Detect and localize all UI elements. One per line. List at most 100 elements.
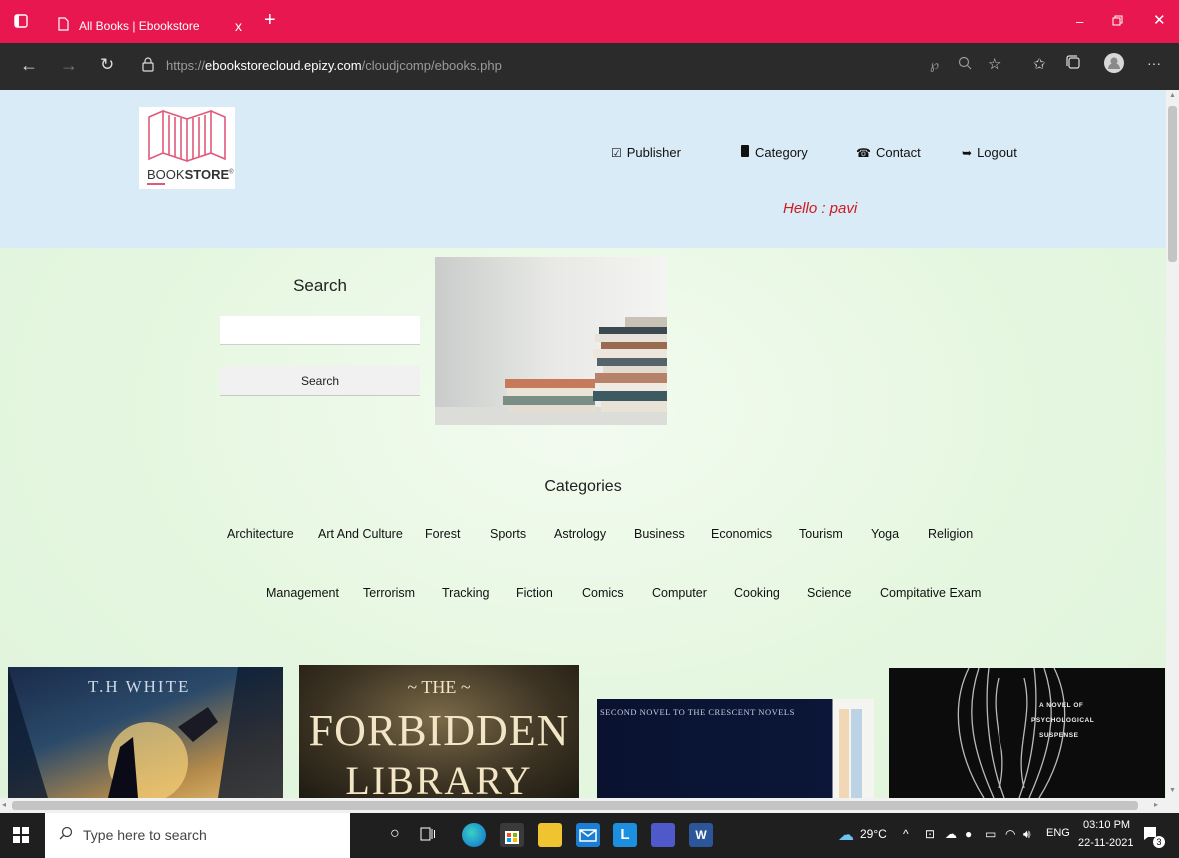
tray-chevron-icon[interactable]: ^	[903, 827, 909, 841]
category-link-religion[interactable]: Religion	[928, 527, 973, 541]
book-logo-icon	[148, 109, 226, 163]
book-cover-2[interactable]: ~ THE ~ FORBIDDEN LIBRARY	[299, 665, 579, 798]
more-options-icon[interactable]: ···	[1147, 55, 1161, 71]
favorite-star-icon[interactable]: ☆	[988, 55, 1001, 73]
category-link-sports[interactable]: Sports	[490, 527, 526, 541]
books-stack-image	[435, 257, 667, 425]
restore-button[interactable]	[1112, 13, 1123, 31]
category-link-fiction[interactable]: Fiction	[516, 586, 553, 600]
temperature[interactable]: 29°C	[860, 827, 887, 841]
book-2-title-line2: LIBRARY	[345, 758, 533, 798]
language-indicator[interactable]: ENG	[1046, 827, 1070, 839]
category-link-compitative-exam[interactable]: Compitative Exam	[880, 586, 981, 600]
book-cover-1[interactable]: T.H WHITE	[8, 667, 283, 798]
url-field[interactable]: https://ebookstorecloud.epizy.com/cloudj…	[166, 58, 502, 73]
site-header: BOOKSTORE® ☑ Publisher Category ☎ Contac…	[0, 90, 1166, 248]
nav-category[interactable]: Category	[740, 145, 808, 160]
tab-actions-icon[interactable]	[14, 14, 28, 31]
back-icon[interactable]: ←	[20, 55, 38, 76]
mail-icon[interactable]	[576, 823, 600, 847]
nav-logout[interactable]: ➥ Logout	[962, 145, 1017, 160]
onedrive-icon[interactable]: ⊡	[925, 827, 935, 841]
phone-icon: ☎	[856, 145, 871, 160]
category-link-architecture[interactable]: Architecture	[227, 527, 294, 541]
url-domain: ebookstorecloud.epizy.com	[205, 58, 362, 73]
address-bar: ← → ↻ https://ebookstorecloud.epizy.com/…	[0, 43, 1179, 90]
edge-icon[interactable]	[462, 823, 486, 847]
book-cover-4[interactable]: A NOVEL OF PSYCHOLOGICAL SUSPENSE	[889, 668, 1165, 798]
weather-icon[interactable]: ☁	[838, 825, 854, 845]
book-cover-3[interactable]: SECOND NOVEL TO THE CRESCENT NOVELS	[597, 699, 874, 798]
category-link-science[interactable]: Science	[807, 586, 851, 600]
horizontal-scrollbar[interactable]: ◂ ▸	[0, 798, 1179, 813]
category-link-astrology[interactable]: Astrology	[554, 527, 606, 541]
lock-icon[interactable]	[142, 57, 154, 75]
new-tab-button[interactable]: +	[264, 9, 276, 32]
search-icon	[59, 826, 73, 843]
word-icon[interactable]: W	[689, 823, 713, 847]
url-prefix: https://	[166, 58, 206, 73]
category-link-computer[interactable]: Computer	[652, 586, 707, 600]
check-square-icon: ☑	[611, 145, 622, 160]
nav-publisher[interactable]: ☑ Publisher	[611, 145, 681, 160]
battery-icon[interactable]: ▭	[985, 827, 996, 841]
category-link-forest[interactable]: Forest	[425, 527, 460, 541]
wifi-icon[interactable]: ◠	[1005, 827, 1015, 841]
book-2-title-line1: FORBIDDEN	[308, 706, 570, 755]
category-link-art-and-culture[interactable]: Art And Culture	[318, 527, 403, 541]
browser-tab-bar: All Books | Ebookstore x + – ✕	[0, 0, 1179, 43]
book-3-spine-1	[839, 709, 849, 798]
browser-tab[interactable]: All Books | Ebookstore x	[46, 8, 250, 43]
scroll-down-icon[interactable]: ▼	[1169, 787, 1176, 794]
cortana-icon[interactable]: ○	[390, 825, 400, 843]
zoom-icon[interactable]	[958, 56, 972, 73]
file-explorer-icon[interactable]	[538, 823, 562, 847]
category-link-terrorism[interactable]: Terrorism	[363, 586, 415, 600]
book-3-tagline: SECOND NOVEL TO THE CRESCENT NOVELS	[600, 707, 795, 717]
tab-title: All Books | Ebookstore	[79, 18, 200, 33]
logo-underline	[147, 183, 165, 185]
tab-close-button[interactable]: x	[235, 18, 242, 34]
profile-avatar-icon[interactable]	[1104, 53, 1124, 76]
teams-icon[interactable]	[651, 823, 675, 847]
forward-icon[interactable]: →	[60, 55, 78, 76]
category-link-cooking[interactable]: Cooking	[734, 586, 780, 600]
scroll-left-icon[interactable]: ◂	[2, 800, 6, 809]
collections-icon[interactable]	[1066, 55, 1081, 73]
l-app-icon[interactable]: L	[613, 823, 637, 847]
nav-contact[interactable]: ☎ Contact	[856, 145, 921, 160]
store-icon[interactable]	[500, 823, 524, 847]
clock-date[interactable]: 22-11-2021	[1078, 837, 1133, 849]
windows-taskbar: Type here to search ○ L W ☁ 29°C ^ ⊡ ☁ ●…	[0, 813, 1179, 858]
category-link-comics[interactable]: Comics	[582, 586, 624, 600]
category-link-tourism[interactable]: Tourism	[799, 527, 843, 541]
taskbar-search-placeholder: Type here to search	[83, 827, 207, 843]
close-window-button[interactable]: ✕	[1153, 11, 1166, 29]
task-view-icon[interactable]	[420, 826, 436, 847]
minimize-button[interactable]: –	[1076, 14, 1083, 29]
category-link-yoga[interactable]: Yoga	[871, 527, 899, 541]
category-link-management[interactable]: Management	[266, 586, 339, 600]
scroll-up-icon[interactable]: ▲	[1169, 92, 1176, 99]
ornament-icon: ~	[460, 677, 471, 697]
category-link-tracking[interactable]: Tracking	[442, 586, 489, 600]
taskbar-search-box[interactable]: Type here to search	[45, 813, 350, 858]
horizontal-scroll-thumb[interactable]	[12, 801, 1138, 810]
category-link-economics[interactable]: Economics	[711, 527, 772, 541]
vertical-scroll-thumb[interactable]	[1168, 106, 1177, 262]
book-4-line3: SUSPENSE	[1039, 732, 1079, 739]
bookstore-logo[interactable]: BOOKSTORE®	[139, 107, 235, 189]
clock-time[interactable]: 03:10 PM	[1083, 819, 1130, 831]
search-input[interactable]	[220, 316, 420, 345]
refresh-icon[interactable]: ↻	[100, 55, 114, 75]
mic-icon[interactable]: ●	[965, 827, 972, 841]
vertical-scrollbar[interactable]: ▲ ▼	[1166, 90, 1179, 798]
volume-icon[interactable]: 🔊︎	[1023, 827, 1031, 842]
favorites-icon[interactable]: ✩	[1033, 55, 1046, 73]
search-button[interactable]: Search	[220, 366, 420, 396]
scroll-right-icon[interactable]: ▸	[1154, 800, 1158, 809]
category-link-business[interactable]: Business	[634, 527, 685, 541]
windows-start-icon[interactable]	[13, 827, 29, 848]
read-aloud-icon[interactable]: ℘	[930, 57, 939, 73]
cloud-icon[interactable]: ☁	[945, 827, 957, 841]
